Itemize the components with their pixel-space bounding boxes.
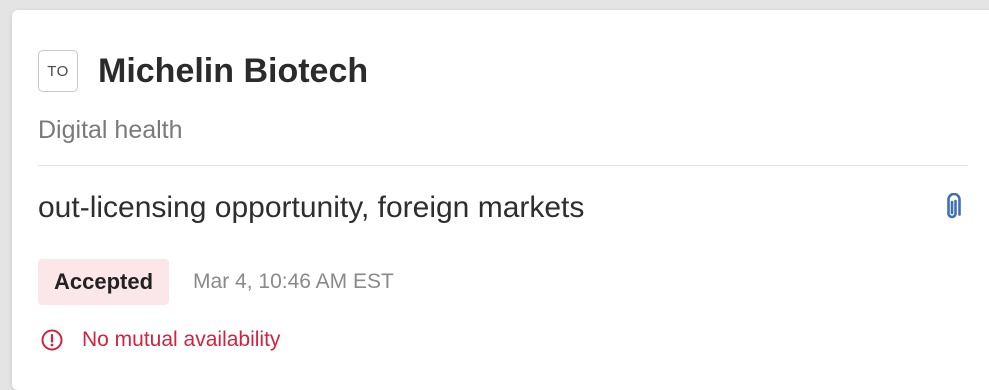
status-timestamp: Mar 4, 10:46 AM EST	[193, 270, 394, 293]
divider	[38, 165, 968, 166]
paperclip-icon[interactable]	[940, 193, 964, 223]
industry-label: Digital health	[38, 116, 183, 144]
status-badge: Accepted	[38, 259, 170, 305]
warning-text: No mutual availability	[82, 328, 281, 351]
card-header: TO Michelin Biotech	[38, 50, 368, 92]
company-name[interactable]: Michelin Biotech	[98, 52, 368, 91]
alert-circle-icon	[41, 329, 63, 351]
status-row: Accepted Mar 4, 10:46 AM EST	[38, 259, 394, 305]
meeting-card[interactable]: TO Michelin Biotech Digital health out-l…	[12, 10, 989, 390]
to-badge: TO	[38, 50, 78, 92]
meeting-topic: out-licensing opportunity, foreign marke…	[38, 191, 585, 224]
availability-warning: No mutual availability	[40, 328, 280, 352]
